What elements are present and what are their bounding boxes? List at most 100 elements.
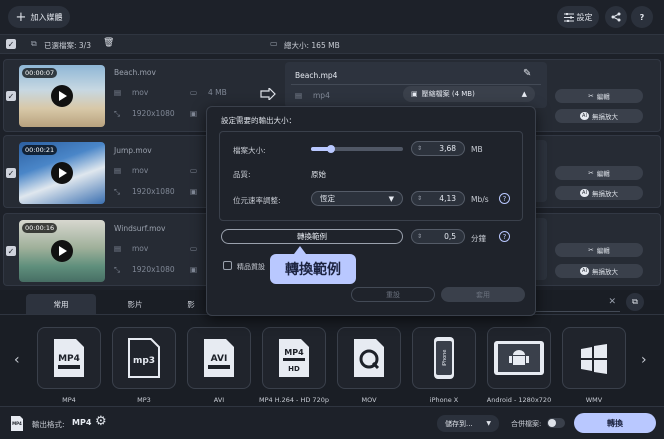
merge-files-toggle[interactable] <box>547 418 565 428</box>
total-size: 總大小: 165 MB <box>284 41 340 50</box>
video-thumbnail-windsurf[interactable]: 00:00:16 <box>19 220 105 282</box>
ai-icon: AI <box>580 112 589 120</box>
pencil-icon[interactable]: ✎ <box>523 68 531 79</box>
edit-button-jump[interactable]: ✂ 編輯 <box>555 166 643 180</box>
svg-text:AVI: AVI <box>211 354 228 364</box>
tab-third[interactable]: 影 <box>174 294 208 314</box>
apply-button[interactable]: 套用 <box>441 287 525 302</box>
tab-label: 影 <box>187 299 195 309</box>
format-icon: ▤ <box>114 244 122 253</box>
save-to-dropdown[interactable]: 儲存到... ▼ <box>437 415 499 432</box>
bitrate-help-icon[interactable]: ? <box>499 193 510 204</box>
row-checkbox-beach[interactable]: ✓ <box>6 91 16 101</box>
output-format-icon: ▤ <box>295 91 303 100</box>
avi-icon: AVI <box>204 339 234 377</box>
file-resolution: 1920x1080 <box>132 109 175 118</box>
reset-button[interactable]: 重設 <box>351 287 435 302</box>
video-thumbnail-jump[interactable]: 00:00:21 <box>19 142 105 204</box>
preview-range-button[interactable]: 轉換範例 <box>221 229 403 244</box>
format-search-input[interactable]: ✕ <box>536 294 620 312</box>
trash-icon[interactable]: 🗑 <box>103 38 114 48</box>
format-label-mp4: MP4 <box>62 396 76 404</box>
stepper-arrows-icon[interactable]: ⇕ <box>417 145 422 152</box>
file-size-icon: ▭ <box>270 39 278 48</box>
format-card-mp4[interactable]: MP4 <box>37 327 101 389</box>
crop-icon[interactable]: ▣ <box>190 265 197 274</box>
mp4-icon: MP4 <box>54 339 84 377</box>
file-size-unit: MB <box>471 145 483 154</box>
output-settings-panel-jump[interactable] <box>535 140 547 202</box>
format-card-mov[interactable] <box>337 327 401 389</box>
add-media-button[interactable]: + 加入媒體 <box>8 6 70 28</box>
crop-icon[interactable]: ▣ <box>190 187 197 196</box>
settings-button[interactable]: 設定 <box>557 6 599 28</box>
share-button[interactable] <box>605 6 627 28</box>
file-size-slider[interactable] <box>311 145 403 153</box>
fine-quality-checkbox[interactable] <box>223 261 232 270</box>
file-format: mov <box>132 88 149 97</box>
play-icon[interactable] <box>51 85 73 107</box>
output-settings-panel[interactable]: Beach.mp4 ✎ ▤ mp4 ▣ 壓縮檔案 (4 MB) ▲ <box>285 62 547 108</box>
ai-upscale-button-windsurf[interactable]: AI 無損放大 <box>555 264 643 278</box>
output-format-value[interactable]: MP4 <box>72 418 91 427</box>
ai-upscale-button-beach[interactable]: AI 無損放大 <box>555 109 643 123</box>
video-thumbnail-beach[interactable]: 00:00:07 <box>19 65 105 127</box>
format-card-iphone[interactable]: iPhone <box>412 327 476 389</box>
save-to-label: 儲存到... <box>445 419 473 428</box>
stepper-arrows-icon[interactable]: ⇕ <box>417 195 422 202</box>
convert-button[interactable]: 轉換 <box>574 413 656 433</box>
format-card-android[interactable] <box>487 327 551 389</box>
bitrate-mode-dropdown[interactable]: 恆定 ▼ <box>311 191 403 206</box>
format-options-button[interactable]: ⧉ <box>626 293 644 311</box>
row-checkbox-jump[interactable]: ✓ <box>6 168 16 178</box>
output-format: mp4 <box>313 91 330 100</box>
format-label-wmv: WMV <box>585 396 603 404</box>
format-label-mp4-hd: MP4 H.264 - HD 720p <box>259 396 329 404</box>
summary-bar: ✓ ⧉ 已選檔案: 3/3 🗑 ▭ 總大小: 165 MB <box>0 34 664 54</box>
file-size-stepper[interactable]: ⇕ 3,68 <box>411 141 465 156</box>
fine-quality-label: 精品質設 <box>237 263 265 271</box>
format-card-mp3[interactable]: mp3 <box>112 327 176 389</box>
bitrate-stepper[interactable]: ⇕ 4,13 <box>411 191 465 206</box>
resolution-icon: ⤡ <box>114 265 120 274</box>
stepper-arrows-icon[interactable]: ⇕ <box>417 233 422 240</box>
scissors-icon: ✂ <box>588 246 594 254</box>
edit-button-beach[interactable]: ✂ 編輯 <box>555 89 643 103</box>
gear-icon[interactable]: ⚙ <box>95 414 107 429</box>
play-icon[interactable] <box>51 162 73 184</box>
quality-value: 原始 <box>311 170 326 179</box>
format-card-avi[interactable]: AVI <box>187 327 251 389</box>
play-icon[interactable] <box>51 240 73 262</box>
format-card-mp4-hd[interactable]: MP4 HD <box>262 327 326 389</box>
preview-help-icon[interactable]: ? <box>499 231 510 242</box>
divider <box>291 84 541 85</box>
ai-upscale-button-jump[interactable]: AI 無損放大 <box>555 186 643 200</box>
duration-badge: 00:00:07 <box>22 68 58 78</box>
clear-icon[interactable]: ✕ <box>608 297 616 307</box>
chevron-left-icon[interactable]: ‹ <box>14 352 20 368</box>
chevron-right-icon[interactable]: › <box>641 352 647 368</box>
tab-video[interactable]: 影片 <box>100 294 170 314</box>
ai-icon: AI <box>580 189 589 197</box>
tab-common[interactable]: 常用 <box>26 294 96 314</box>
compress-icon: ▣ <box>411 90 418 98</box>
output-settings-panel-windsurf[interactable] <box>535 218 547 280</box>
reset-label: 重設 <box>386 290 400 299</box>
bitrate-unit: Mb/s <box>471 195 489 204</box>
row-checkbox-windsurf[interactable]: ✓ <box>6 246 16 256</box>
bitrate-label: 位元速率調整: <box>233 196 281 205</box>
help-button[interactable]: ? <box>631 6 653 28</box>
format-card-wmv[interactable] <box>562 327 626 389</box>
preview-range-callout: 轉換範例 <box>270 246 356 284</box>
preview-length-stepper[interactable]: ⇕ 0,5 <box>411 229 465 244</box>
select-all-checkbox[interactable]: ✓ <box>6 39 16 49</box>
chevron-down-icon: ▼ <box>486 420 491 427</box>
plus-icon: + <box>15 9 27 25</box>
compression-preset-dropdown[interactable]: ▣ 壓縮檔案 (4 MB) ▲ <box>403 86 535 102</box>
format-label-avi: AVI <box>213 396 225 404</box>
size-icon: ▭ <box>190 88 198 97</box>
svg-text:MP4: MP4 <box>12 421 22 426</box>
crop-icon[interactable]: ▣ <box>190 109 197 118</box>
edit-button-windsurf[interactable]: ✂ 編輯 <box>555 243 643 257</box>
svg-text:mp3: mp3 <box>133 356 155 366</box>
